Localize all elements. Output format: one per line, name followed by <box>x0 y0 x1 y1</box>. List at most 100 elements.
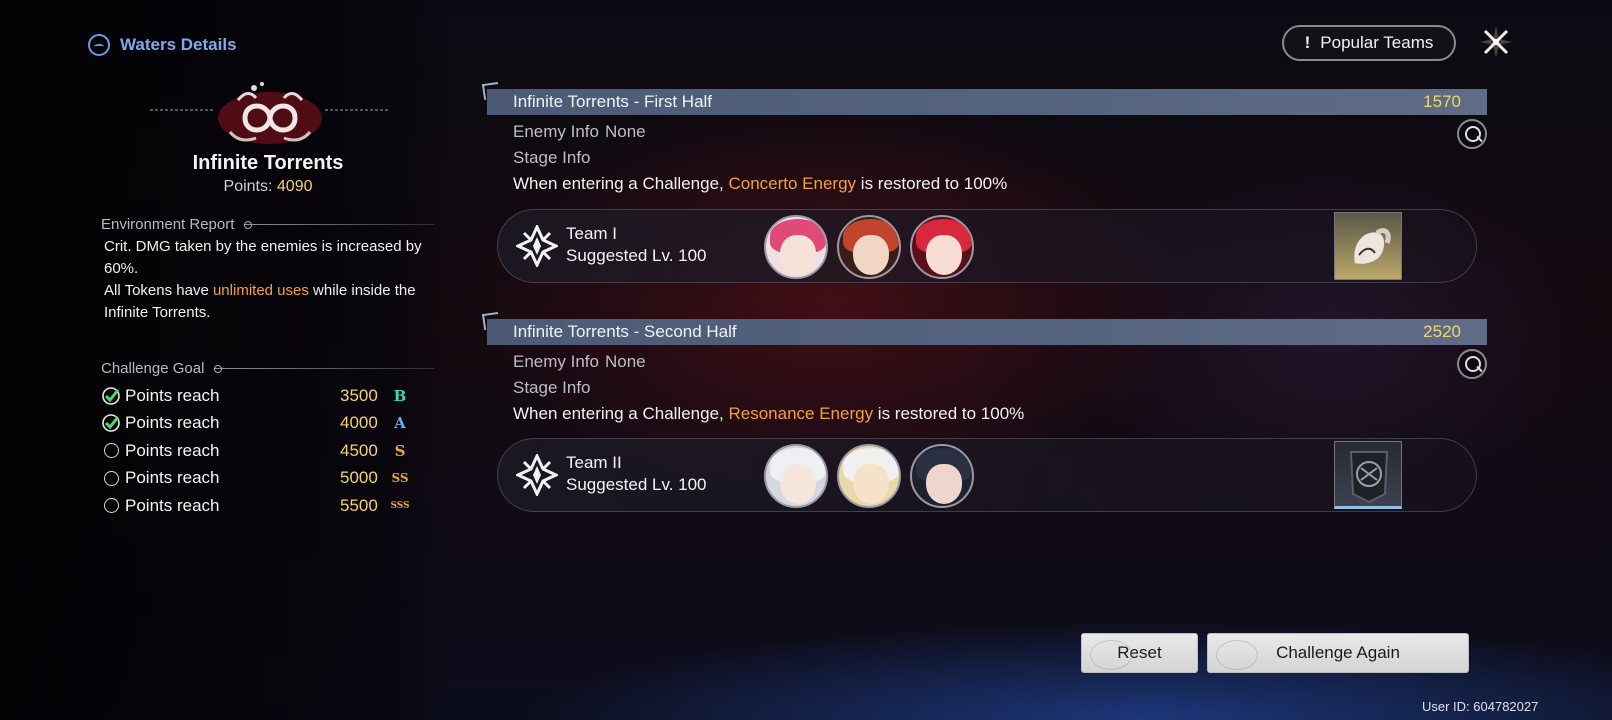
rank-icon: A <box>394 414 406 433</box>
waters-details-screen: Waters Details Infinite Torrents Points:… <box>0 0 1612 720</box>
second-half-title-bar: Infinite Torrents - Second Half 2520 <box>487 319 1487 345</box>
avatar-face <box>926 235 962 275</box>
character-avatar[interactable] <box>764 444 828 508</box>
desc-pre: When entering a Challenge, <box>513 174 729 193</box>
popular-teams-button[interactable]: ! Popular Teams <box>1282 25 1456 61</box>
tower-name: Infinite Torrents <box>192 152 344 174</box>
desc-pre: When entering a Challenge, <box>513 404 729 423</box>
goal-label: Points reach <box>125 440 220 460</box>
goal-row: Points reach 3500 B <box>101 382 426 410</box>
rank-icon: S <box>394 441 406 460</box>
close-icon[interactable] <box>1478 24 1514 60</box>
goal-value: 5500 <box>340 495 378 515</box>
points-value: 4090 <box>276 178 313 195</box>
avatar-face <box>853 235 889 275</box>
team-emblem-icon <box>516 454 558 496</box>
challenge-goal-heading: Challenge Goal <box>101 360 435 377</box>
user-id: User ID: 604782027 <box>1422 699 1539 714</box>
goal-label: Points reach <box>125 495 220 515</box>
team-name: Team II <box>566 453 622 472</box>
points-label: Points: <box>223 178 273 195</box>
rank-icon: SS <box>391 471 409 486</box>
environment-report-heading: Environment Report <box>101 216 435 233</box>
environment-report-text: Crit. DMG taken by the enemies is increa… <box>104 236 434 324</box>
character-avatar[interactable] <box>910 215 974 279</box>
echo-slot[interactable] <box>1334 441 1402 509</box>
half-title: Infinite Torrents - First Half <box>513 92 713 111</box>
stage-info-label: Stage Info <box>513 378 591 397</box>
infinite-torrents-emblem-icon <box>150 82 390 144</box>
stage-info-description: When entering a Challenge, Concerto Ener… <box>513 174 1007 194</box>
half-title: Infinite Torrents - Second Half <box>513 322 737 341</box>
goal-row: Points reach 4000 A <box>101 410 426 438</box>
team-name: Team I <box>566 224 618 243</box>
desc-post: is restored to 100% <box>873 404 1025 423</box>
team-emblem-icon <box>516 225 558 267</box>
echo-banner-icon <box>1349 451 1389 504</box>
goal-row: Points reach 5500 SSS <box>101 492 426 520</box>
challenge-again-button[interactable]: Challenge Again <box>1207 633 1469 673</box>
goal-row: Points reach 4500 S <box>101 437 426 465</box>
enemy-search-icon[interactable] <box>1457 119 1487 149</box>
divider-line <box>214 365 435 373</box>
circle-icon <box>101 496 121 516</box>
resonance-energy-highlight: Resonance Energy <box>728 404 874 423</box>
environment-heading-label: Environment Report <box>101 216 235 233</box>
divider-line <box>244 221 435 229</box>
team-card[interactable]: Team II Suggested Lv. 100 <box>497 438 1477 512</box>
enemy-info-value: None <box>605 352 646 371</box>
first-half-title-bar: Infinite Torrents - First Half 1570 <box>487 89 1487 115</box>
goal-label: Points reach <box>125 468 220 488</box>
suggested-level: Suggested Lv. 100 <box>566 246 707 265</box>
concerto-energy-highlight: Concerto Energy <box>728 174 857 193</box>
enemy-info: Enemy Info None <box>513 352 646 372</box>
character-avatar[interactable] <box>837 444 901 508</box>
tower-points: Points: 4090 <box>88 178 448 196</box>
challenge-goal-list: Points reach 3500 B Points reach 4000 A Points… <box>101 382 426 520</box>
half-score: 2520 <box>1423 322 1461 341</box>
challenge-goal-label: Challenge Goal <box>101 360 205 377</box>
environment-line-1: Crit. DMG taken by the enemies is increa… <box>104 238 422 277</box>
check-icon <box>101 413 121 433</box>
reset-button[interactable]: Reset <box>1081 633 1198 673</box>
goal-label: Points reach <box>125 385 220 405</box>
echo-slot[interactable] <box>1334 212 1402 280</box>
exclamation-icon: ! <box>1304 33 1311 52</box>
goal-value: 4000 <box>340 413 378 433</box>
desc-post: is restored to 100% <box>856 174 1008 193</box>
enemy-info-value: None <box>605 122 646 141</box>
avatar-face <box>926 464 962 504</box>
rank-icon: SSS <box>390 500 410 511</box>
goal-label: Points reach <box>125 413 220 433</box>
echo-horn-icon <box>1354 228 1391 264</box>
unlimited-uses-highlight: unlimited uses <box>212 282 309 299</box>
avatar-face <box>780 464 816 504</box>
suggested-level: Suggested Lv. 100 <box>566 475 707 494</box>
avatar-face <box>780 235 816 275</box>
environment-line-2: All Tokens have unlimited uses while ins… <box>104 280 434 324</box>
check-icon <box>101 386 121 406</box>
waters-title: Waters Details <box>120 35 237 54</box>
enemy-search-icon[interactable] <box>1457 349 1487 379</box>
rank-icon: B <box>393 386 407 405</box>
character-avatar[interactable] <box>764 215 828 279</box>
half-score: 1570 <box>1423 92 1461 111</box>
environment-line-2-pre: All Tokens have <box>104 282 213 299</box>
goal-value: 5000 <box>340 468 378 488</box>
waters-icon <box>88 34 110 56</box>
team-card[interactable]: Team I Suggested Lv. 100 <box>497 209 1477 283</box>
goal-value: 4500 <box>340 440 378 460</box>
circle-icon <box>101 468 121 488</box>
enemy-info: Enemy Info None <box>513 122 646 142</box>
enemy-info-label: Enemy Info <box>513 352 599 371</box>
character-avatar[interactable] <box>910 444 974 508</box>
character-avatar[interactable] <box>837 215 901 279</box>
goal-value: 3500 <box>340 385 378 405</box>
circle-icon <box>101 441 121 461</box>
stage-info-label: Stage Info <box>513 148 591 167</box>
waters-header: Waters Details <box>88 34 237 56</box>
enemy-info-label: Enemy Info <box>513 122 599 141</box>
popular-teams-label: Popular Teams <box>1320 33 1434 52</box>
goal-row: Points reach 5000 SS <box>101 465 426 493</box>
avatar-face <box>853 464 889 504</box>
